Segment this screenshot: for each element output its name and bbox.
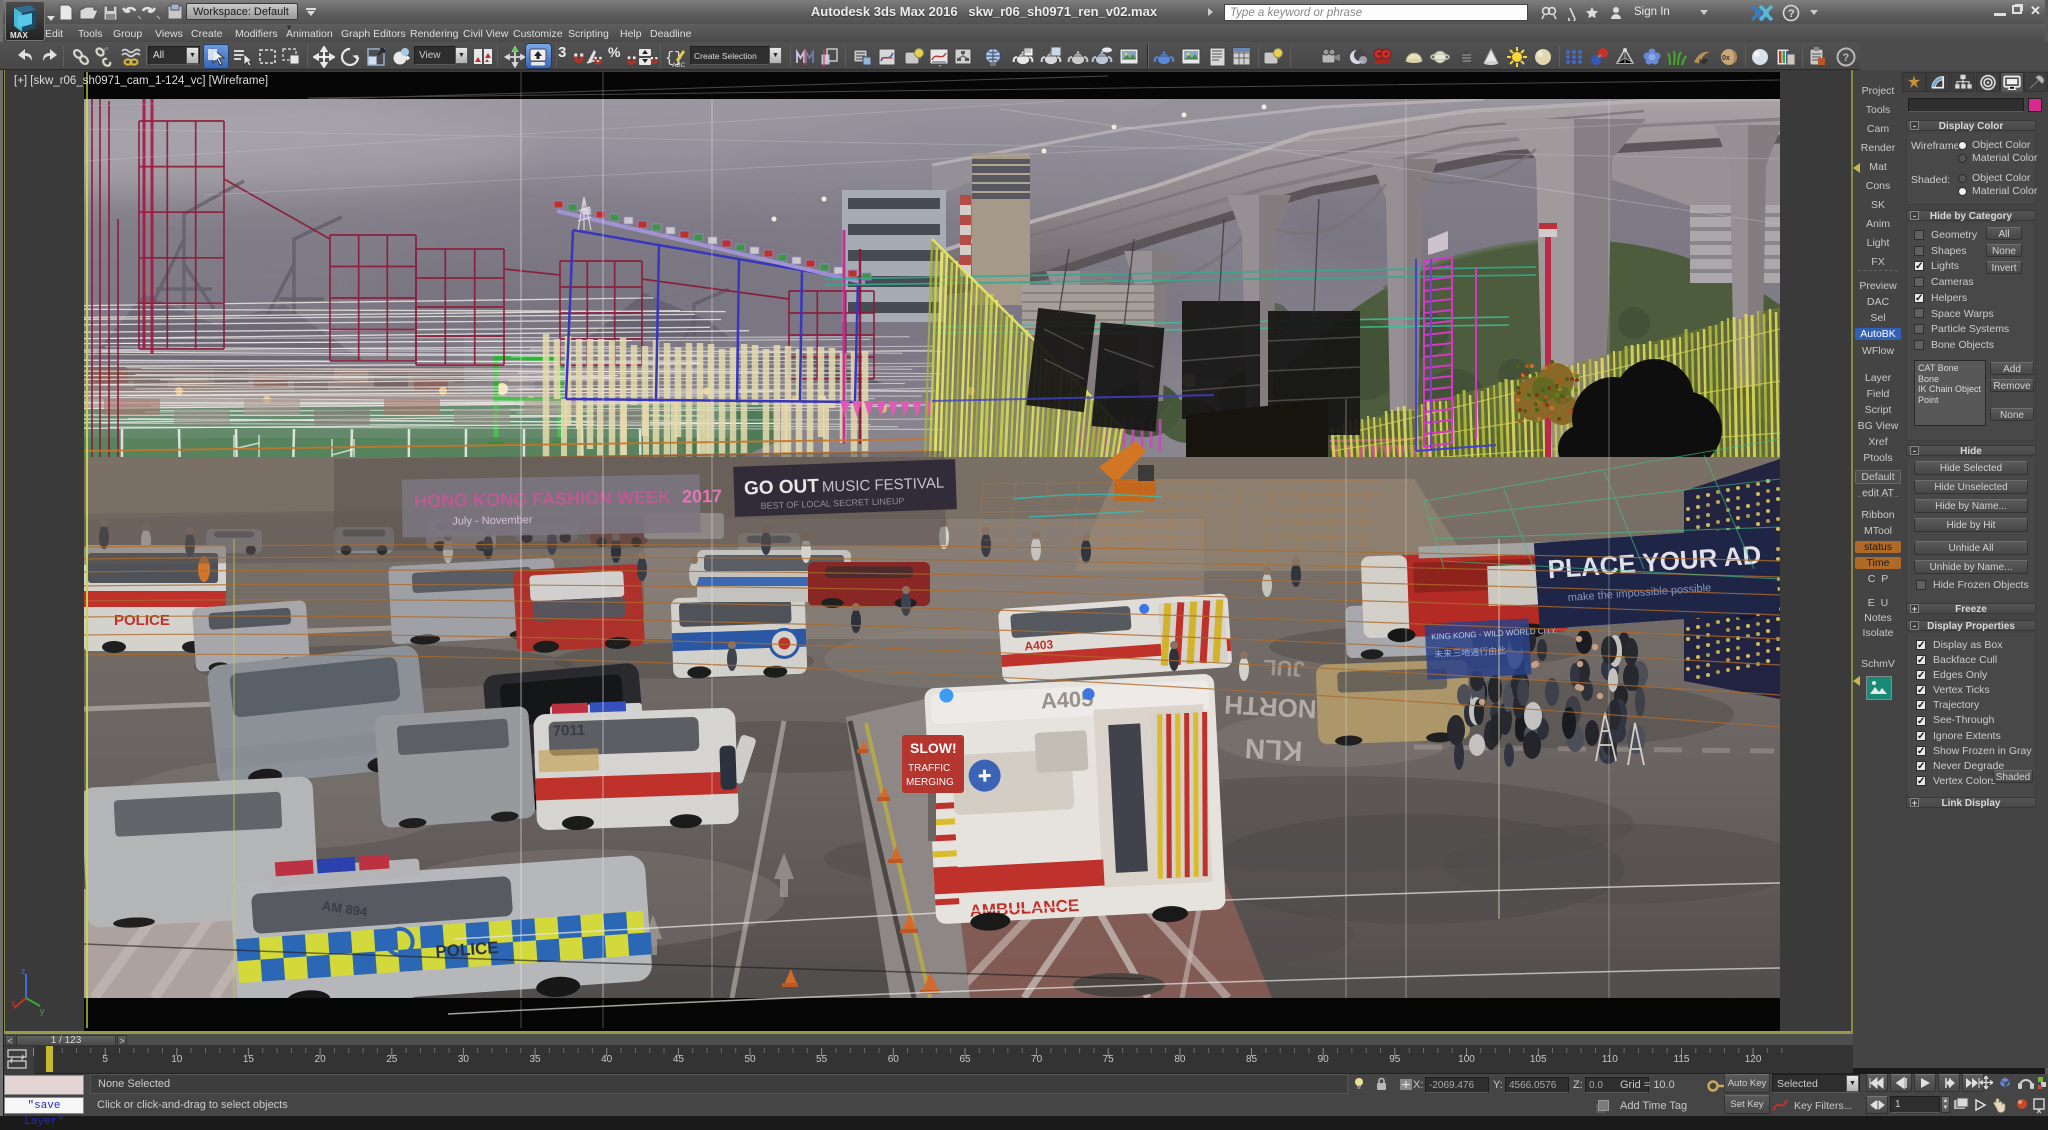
svg-text:40: 40 [601, 1054, 613, 1065]
svg-text:85: 85 [1246, 1054, 1258, 1065]
svg-text:60: 60 [888, 1054, 900, 1065]
svg-text:95: 95 [1389, 1054, 1401, 1065]
svg-text:15: 15 [243, 1054, 255, 1065]
svg-text:30: 30 [458, 1054, 470, 1065]
svg-text:80: 80 [1174, 1054, 1186, 1065]
svg-text:120: 120 [1745, 1054, 1762, 1065]
svg-text:35: 35 [529, 1054, 541, 1065]
svg-text:75: 75 [1103, 1054, 1115, 1065]
svg-text:20: 20 [315, 1054, 327, 1065]
svg-text:50: 50 [744, 1054, 756, 1065]
svg-text:5: 5 [102, 1054, 108, 1065]
svg-text:110: 110 [1602, 1054, 1618, 1065]
svg-text:105: 105 [1530, 1054, 1547, 1065]
svg-text:45: 45 [673, 1054, 685, 1065]
svg-text:55: 55 [816, 1054, 828, 1065]
svg-text:115: 115 [1674, 1054, 1690, 1065]
svg-text:100: 100 [1458, 1054, 1475, 1065]
svg-text:10: 10 [171, 1054, 183, 1065]
svg-text:90: 90 [1318, 1054, 1330, 1065]
svg-text:70: 70 [1031, 1054, 1043, 1065]
svg-text:65: 65 [959, 1054, 971, 1065]
svg-text:25: 25 [386, 1054, 398, 1065]
